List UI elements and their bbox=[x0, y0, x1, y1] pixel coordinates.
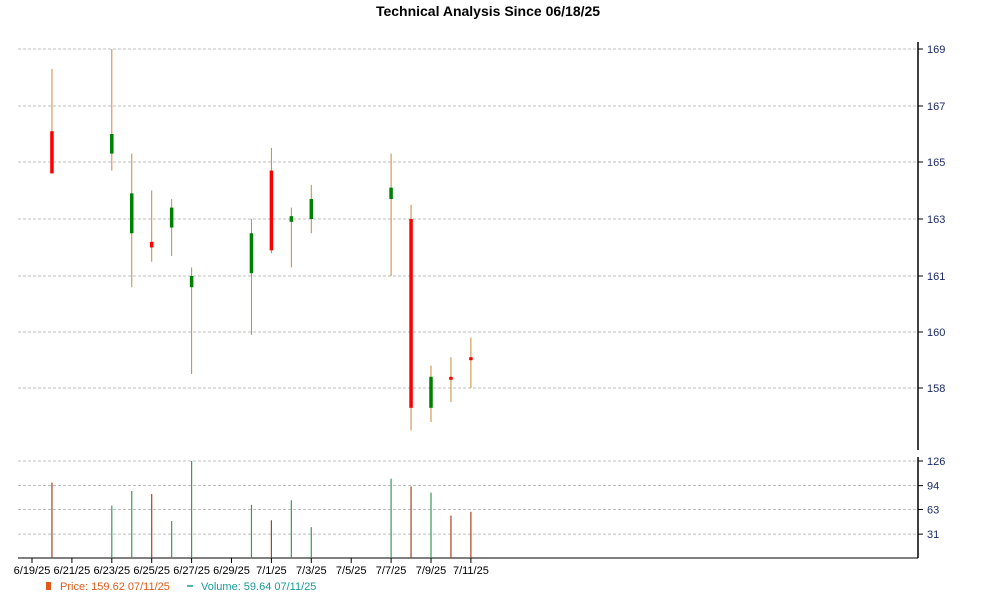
candle-body bbox=[249, 233, 254, 274]
candle-body bbox=[130, 193, 134, 234]
candle-body bbox=[389, 187, 393, 200]
x-tick-label: 6/23/25 bbox=[93, 565, 130, 577]
x-tick-label: 6/29/25 bbox=[213, 565, 250, 577]
candle-body bbox=[409, 219, 413, 408]
price-tick-label: 167 bbox=[927, 101, 945, 113]
x-tick-label: 7/1/25 bbox=[256, 565, 287, 577]
legend: Price: 159.62 07/11/25 Volume: 59.64 07/1… bbox=[46, 581, 316, 593]
candle-body bbox=[149, 241, 154, 248]
volume-tick-label: 126 bbox=[927, 456, 945, 468]
grid-lines bbox=[18, 48, 918, 535]
candle-body bbox=[309, 199, 314, 219]
technical-analysis-chart: Technical Analysis Since 06/18/25 169 167… bbox=[14, 3, 946, 593]
x-tick-label: 7/5/25 bbox=[336, 565, 367, 577]
x-tick-label: 6/21/25 bbox=[54, 565, 91, 577]
volume-tick-label: 31 bbox=[927, 529, 939, 541]
candle-body bbox=[469, 357, 473, 361]
x-tick-label: 7/3/25 bbox=[296, 565, 327, 577]
candle-body bbox=[449, 376, 453, 380]
legend-price-swatch bbox=[46, 582, 51, 590]
x-tick-label: 6/19/25 bbox=[14, 565, 51, 577]
price-tick-label: 161 bbox=[927, 271, 945, 283]
price-tick-label: 163 bbox=[927, 214, 945, 226]
price-tick-label: 165 bbox=[927, 157, 945, 169]
x-tick-label: 6/27/25 bbox=[173, 565, 210, 577]
candle-body bbox=[110, 134, 114, 154]
axes: 1691671651631611601581269463316/19/25 6/2… bbox=[14, 42, 945, 577]
candle-body bbox=[50, 131, 54, 174]
volume-tick-label: 63 bbox=[927, 505, 939, 517]
candle-body bbox=[429, 376, 433, 408]
x-tick-label: 7/11/25 bbox=[453, 565, 489, 577]
legend-price-label: Price: 159.62 07/11/25 bbox=[60, 581, 170, 593]
chart-title: Technical Analysis Since 06/18/25 bbox=[376, 3, 600, 19]
x-tick-label: 7/9/25 bbox=[416, 565, 447, 577]
candle-body bbox=[289, 216, 294, 222]
x-tick-label: 6/25/25 bbox=[133, 565, 170, 577]
volume-tick-label: 94 bbox=[927, 481, 939, 493]
x-tick-label: 7/7/25 bbox=[376, 565, 407, 577]
candle-body bbox=[269, 170, 274, 251]
price-tick-label: 158 bbox=[927, 383, 945, 395]
price-tick-label: 160 bbox=[927, 327, 945, 339]
candle-body bbox=[169, 207, 174, 228]
price-tick-label: 169 bbox=[927, 44, 945, 56]
legend-volume-label: Volume: 59.64 07/11/25 bbox=[201, 581, 316, 593]
candle-body bbox=[189, 276, 194, 288]
